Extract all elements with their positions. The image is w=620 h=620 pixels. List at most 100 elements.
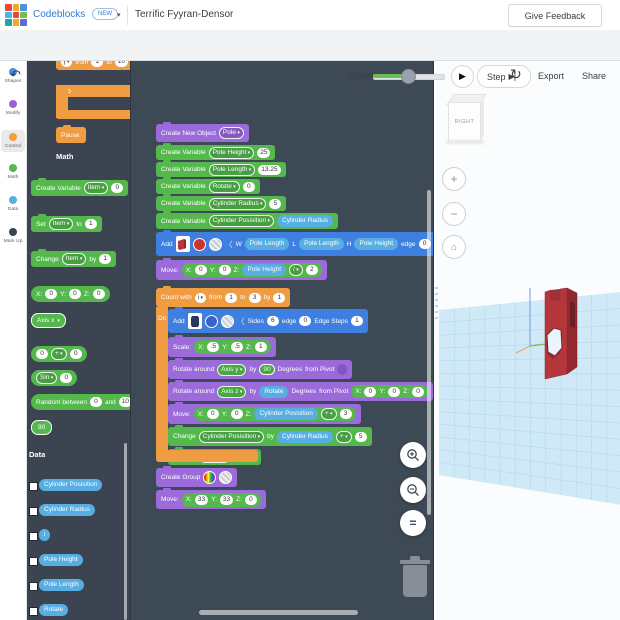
viewport-zoom-out-button[interactable]: − — [442, 202, 466, 226]
sidebar-item-control[interactable]: Control — [1, 130, 25, 152]
variable-pill[interactable]: Cylinder Radius — [39, 504, 95, 516]
empty-pivot-slot[interactable] — [337, 364, 347, 375]
material-swatch[interactable] — [219, 471, 232, 484]
color-swatch[interactable] — [205, 315, 218, 328]
block-create-variable[interactable]: Create Variable Cylinder Radius 5 — [156, 196, 286, 211]
shape-preview-box[interactable] — [188, 313, 202, 329]
palette-block-pause[interactable]: Pause — [56, 127, 86, 143]
palette-scrollbar[interactable] — [124, 443, 127, 620]
variable-checkbox[interactable] — [29, 557, 38, 566]
fit-view-button[interactable]: = — [400, 510, 426, 536]
palette-block-axis[interactable]: Axis x▾ — [31, 313, 66, 328]
palette-block-create-variable[interactable]: Create Variable Item 0 — [31, 180, 128, 196]
block-create-group[interactable]: Create Group — [156, 468, 237, 487]
navy-prism-icon — [190, 315, 200, 328]
block-create-variable[interactable]: Create Variable Pole Height 25 — [156, 145, 275, 160]
app-header: Codeblocks NEW ▾ Terrific Fyyran-Densor … — [0, 0, 620, 31]
do-label: Do — [158, 315, 166, 322]
vector-input[interactable]: X:.5 Y:.5 Z:1 — [194, 340, 271, 354]
block-move[interactable]: Move: X:33 Y:33 Z:0 — [156, 490, 266, 509]
block-count-with[interactable]: Count with i from1 to3 by1 — [156, 288, 290, 307]
palette-block-sin[interactable]: Sin 0 — [31, 370, 77, 386]
variable-checkbox[interactable] — [29, 582, 38, 591]
block-add-cylinder[interactable]: Add 〈 Sides6 edge0 Edge Steps1 — [168, 309, 368, 333]
multicolor-swatch[interactable] — [203, 471, 216, 484]
magnifier-minus-icon — [406, 483, 420, 497]
block-scale[interactable]: Scale: X:.5 Y:.5 Z:1 — [168, 337, 276, 357]
viewcube-shadow — [446, 140, 484, 144]
palette-block-change[interactable]: Change Item by 1 — [31, 251, 116, 267]
header-divider — [127, 5, 128, 25]
variable-checkbox[interactable] — [29, 532, 38, 541]
export-button[interactable]: Export — [538, 71, 564, 81]
redo-button[interactable]: ↷ — [30, 68, 41, 81]
vector-input[interactable]: X:0 Y:0 Z:0 — [351, 385, 428, 398]
variable-pill[interactable]: Pole Length — [39, 579, 84, 591]
sidebar-item-markup[interactable]: Mark Up — [1, 228, 25, 244]
red-pole-object[interactable] — [545, 288, 577, 379]
give-feedback-button[interactable]: Give Feedback — [508, 4, 602, 27]
home-view-button[interactable]: ⌂ — [442, 235, 466, 259]
viewcube[interactable]: RIGHT — [448, 102, 481, 142]
variable-pill[interactable]: Pole Height — [39, 554, 83, 566]
shape-preview-box[interactable] — [176, 236, 190, 252]
color-swatch[interactable] — [193, 238, 206, 251]
new-badge: NEW — [92, 8, 118, 20]
block-create-variable[interactable]: Create Variable Cylinder Posisition Cyli… — [156, 213, 338, 229]
sidebar-item-modify[interactable]: Modify — [1, 100, 25, 116]
material-swatch[interactable] — [209, 238, 222, 251]
undo-button[interactable]: ↶ — [10, 68, 21, 81]
viewport-zoom-in-button[interactable]: + — [442, 167, 466, 191]
vector-input[interactable]: X:0 Y:0 Z: Pole Height / 2 — [182, 263, 322, 277]
block-rotate-around[interactable]: Rotate around Axis z by Rotate Degrees f… — [168, 382, 433, 401]
sidebar-item-math[interactable]: Math — [1, 164, 25, 180]
palette-block-arithmetic[interactable]: 0 + 0 — [31, 346, 87, 362]
block-create-variable[interactable]: Create Variable Rotate 0 — [156, 179, 260, 194]
scene-3d — [434, 60, 620, 620]
share-button[interactable]: Share — [582, 71, 606, 81]
sidebar-item-data[interactable]: Data — [1, 196, 25, 212]
canvas-horizontal-scrollbar[interactable] — [199, 610, 358, 615]
block-move[interactable]: Move: X:0 Y:0 Z: Cylinder Posisition + 3 — [168, 404, 361, 424]
block-move[interactable]: Move: X:0 Y:0 Z: Pole Height / 2 — [156, 260, 327, 280]
variable-pill[interactable]: i — [39, 529, 50, 541]
step-button[interactable]: Step ▶▏ — [477, 65, 531, 88]
app-name: Codeblocks — [33, 9, 85, 20]
palette-block-random[interactable]: Random between 0 and 10 — [31, 394, 130, 410]
vector-input[interactable]: X:33 Y:33 Z:0 — [182, 493, 261, 507]
tinkercad-logo-icon[interactable] — [5, 4, 27, 26]
step-label: Step — [487, 72, 506, 82]
material-swatch[interactable] — [221, 315, 234, 328]
block-add-box[interactable]: Add 〈 WPole Length LPole Length HPole He… — [156, 232, 433, 256]
zoom-out-button[interactable] — [400, 477, 426, 503]
variable-checkbox[interactable] — [29, 607, 38, 616]
data-icon — [9, 196, 17, 204]
palette-block-do-bottom — [56, 110, 130, 119]
zoom-in-button[interactable] — [400, 442, 426, 468]
restart-button[interactable]: ↻ — [510, 66, 522, 83]
block-create-variable[interactable]: Create Variable Pole Length 13.25 — [156, 162, 286, 177]
palette-block-number[interactable]: 90 — [31, 420, 52, 435]
variable-pill[interactable]: Cylinder Posisition — [39, 479, 102, 491]
palette-block-set[interactable]: Set Item to 1 — [31, 216, 102, 232]
variable-pill[interactable]: Rotate — [39, 604, 68, 616]
variable-checkbox[interactable] — [29, 482, 38, 491]
play-button[interactable]: ▶ — [451, 65, 474, 88]
trash-icon[interactable] — [400, 560, 430, 564]
data-section-header: Data — [29, 450, 45, 459]
chevron-down-icon[interactable]: ▾ — [117, 11, 121, 19]
block-change[interactable]: Change Cylinder Posisition by Cylinder R… — [168, 427, 372, 446]
vector-input[interactable]: X:0 Y:0 Z: Cylinder Posisition + 3 — [194, 407, 356, 421]
canvas-vertical-scrollbar[interactable] — [427, 190, 431, 515]
viewport-3d[interactable]: RIGHT + − ⌂ — [432, 60, 620, 620]
document-title[interactable]: Terrific Fyyran-Densor — [135, 9, 233, 20]
speed-slider-handle[interactable] — [401, 69, 416, 84]
code-canvas[interactable]: Create New Object Pole Create Variable P… — [130, 60, 433, 620]
markup-icon — [9, 228, 17, 236]
block-rotate-around[interactable]: Rotate around Axis y by 90 Degrees from … — [168, 360, 352, 379]
control-icon — [9, 133, 17, 141]
palette-block-count-with[interactable]: j from 1 to 10 — [56, 60, 130, 70]
palette-block-vector[interactable]: X:0 Y:0 Z:0 — [31, 286, 110, 302]
block-create-new-object[interactable]: Create New Object Pole — [156, 124, 249, 142]
variable-checkbox[interactable] — [29, 507, 38, 516]
